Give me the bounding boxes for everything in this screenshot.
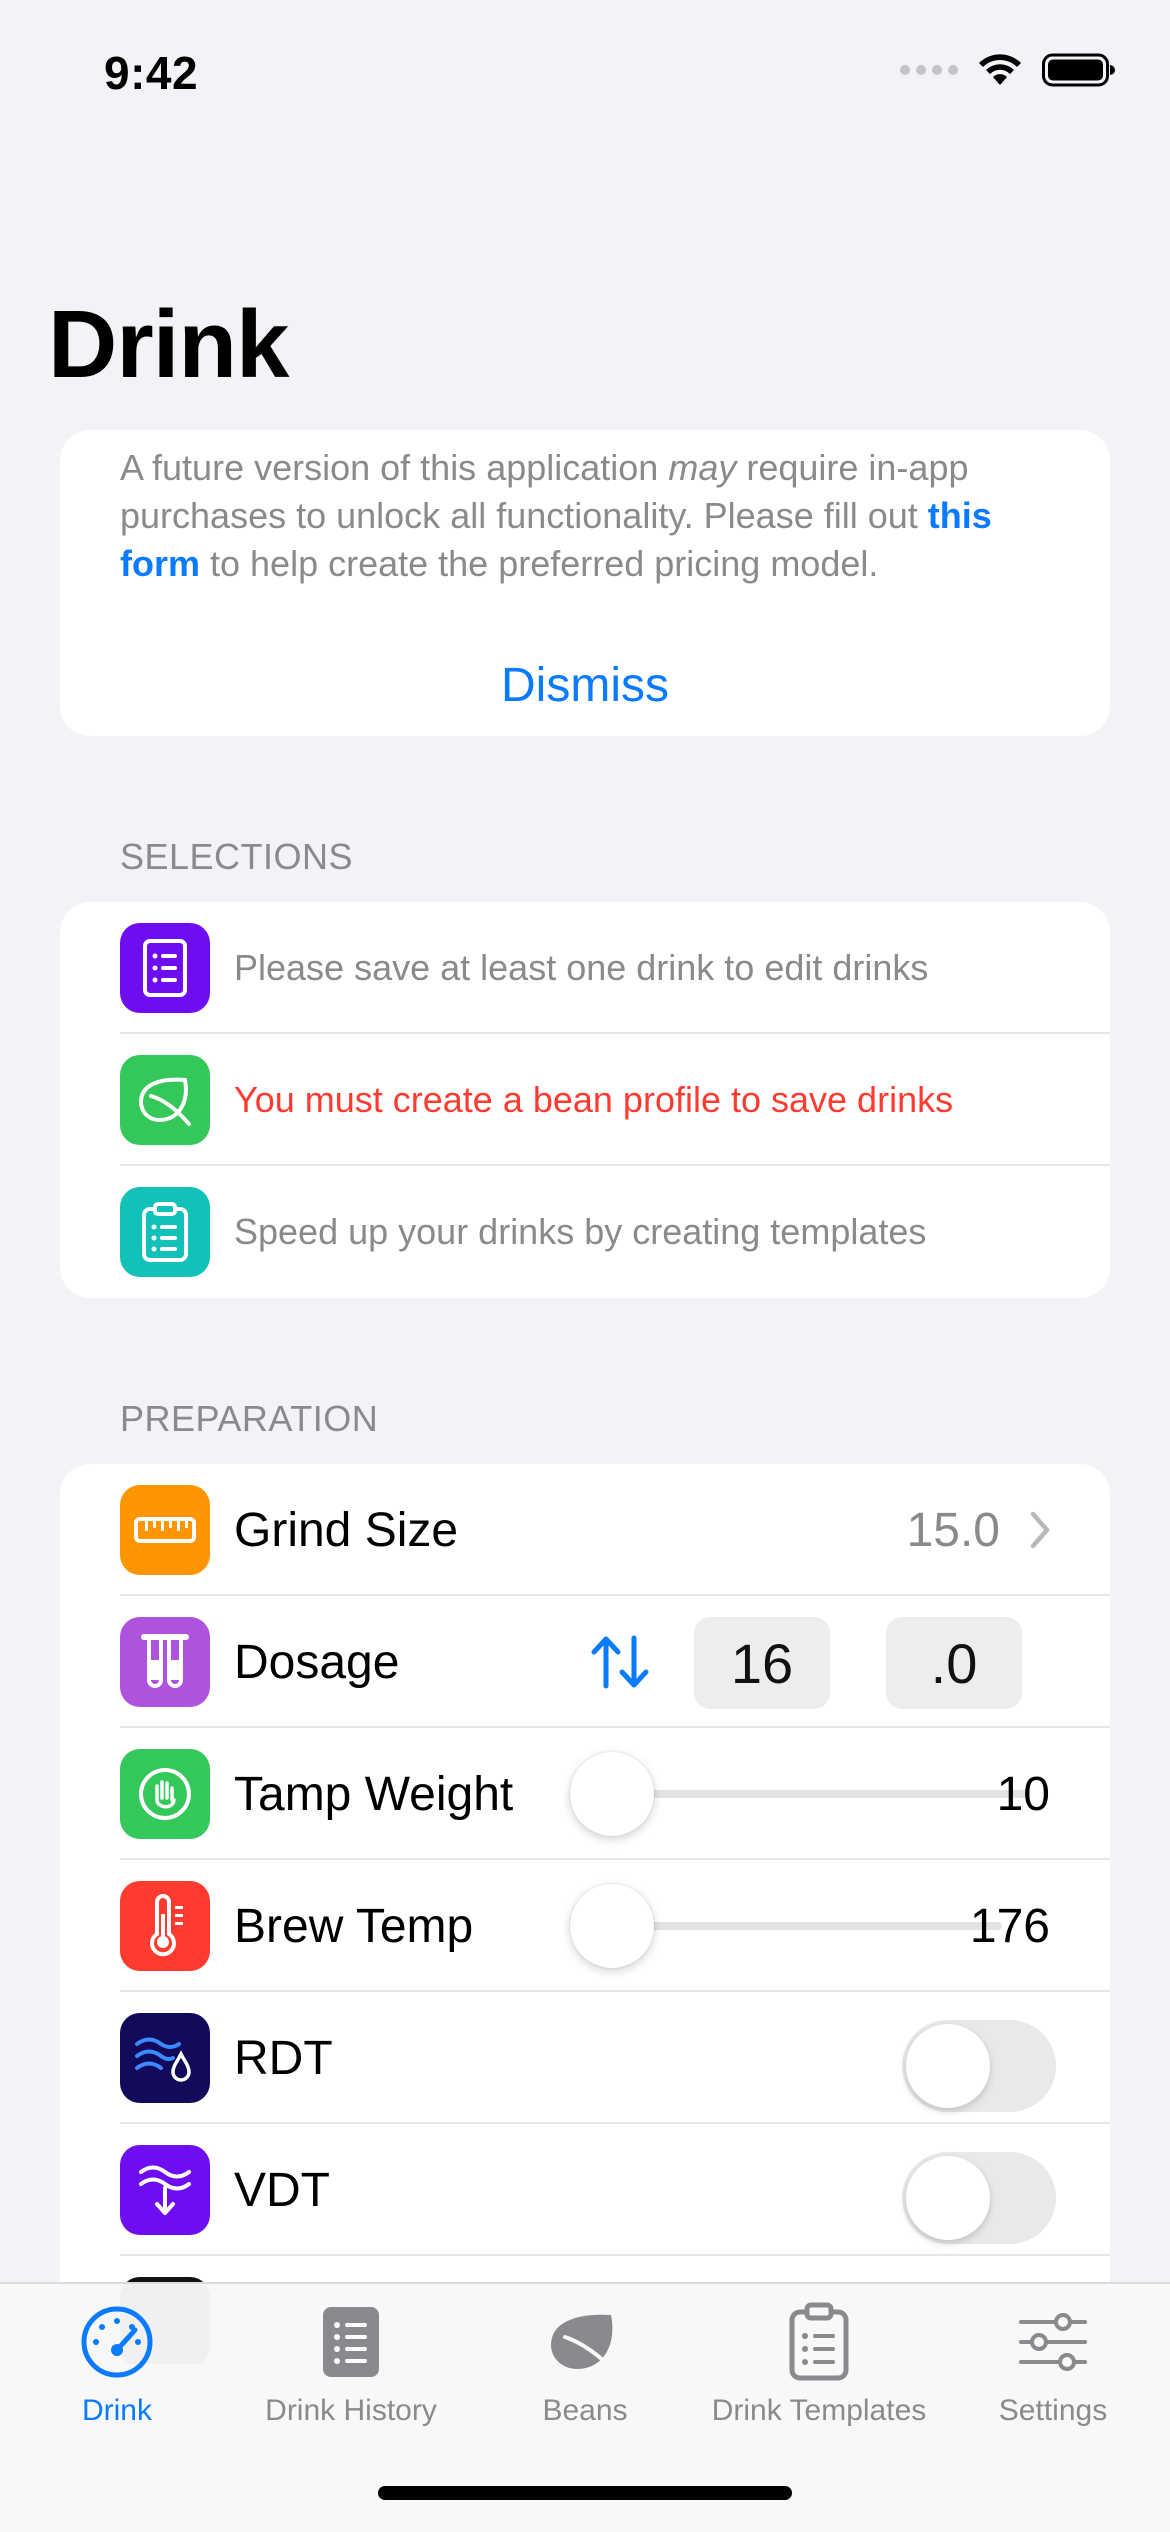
status-bar: 9:42 [0, 0, 1170, 150]
page-title: Drink [48, 291, 289, 398]
vdt-row: VDT [60, 2124, 1110, 2256]
brew-temp-slider-thumb[interactable] [570, 1884, 654, 1968]
tamp-weight-label: Tamp Weight [234, 1767, 514, 1821]
thermometer-icon [120, 1881, 210, 1971]
tamp-weight-slider-track[interactable] [612, 1790, 1028, 1798]
brew-temp-row: Brew Temp 176 [60, 1860, 1110, 1992]
grind-size-label: Grind Size [234, 1503, 459, 1557]
selection-row-edit-drinks[interactable]: Please save at least one drink to edit d… [60, 902, 1110, 1034]
rdt-label: RDT [234, 2031, 333, 2085]
home-indicator[interactable] [378, 2486, 792, 2500]
swap-arrows-icon[interactable] [586, 1632, 654, 1692]
tamp-weight-slider-thumb[interactable] [570, 1752, 654, 1836]
selection-row-templates[interactable]: Speed up your drinks by creating templat… [60, 1166, 1110, 1298]
tab-drink[interactable]: Drink [0, 2284, 234, 2454]
section-header-preparation: PREPARATION [120, 1398, 379, 1439]
preparation-card: Grind Size 15.0 Dosage 16 .0 Tamp Weight… [60, 1464, 1110, 2364]
tab-label: Drink Templates [711, 2394, 927, 2427]
cellular-signal-icon [900, 65, 958, 75]
grind-size-value: 15.0 [906, 1503, 1000, 1557]
leaf-icon [545, 2302, 625, 2382]
vdt-toggle-knob [906, 2156, 990, 2240]
dosage-label: Dosage [234, 1635, 400, 1689]
status-icons [900, 52, 1116, 88]
selection-warning-label: You must create a bean profile to save d… [234, 1079, 954, 1120]
list-icon [321, 2302, 381, 2382]
tamp-weight-row: Tamp Weight 10 [60, 1728, 1110, 1860]
tab-beans[interactable]: Beans [468, 2284, 702, 2454]
pricing-notice-text: A future version of this application may… [120, 447, 992, 584]
ruler-icon [120, 1485, 210, 1575]
dosage-row: Dosage 16 .0 [60, 1596, 1110, 1728]
dosage-fraction-field[interactable]: .0 [886, 1617, 1022, 1709]
pricing-notice-card: A future version of this application may… [60, 430, 1110, 736]
selections-card: Please save at least one drink to edit d… [60, 902, 1110, 1298]
tab-label: Beans [542, 2394, 628, 2427]
leaf-icon [120, 1055, 210, 1145]
grind-size-row[interactable]: Grind Size 15.0 [60, 1464, 1110, 1596]
wifi-icon [979, 54, 1021, 85]
clipboard-icon [120, 1187, 210, 1277]
water-drop-icon [120, 2013, 210, 2103]
selection-label: Speed up your drinks by creating templat… [234, 1211, 927, 1252]
emphasis-may: may [668, 447, 737, 488]
hand-icon [120, 1749, 210, 1839]
battery-icon [1042, 53, 1115, 87]
tab-drink-history[interactable]: Drink History [234, 2284, 468, 2454]
tab-label: Drink History [265, 2394, 437, 2427]
gauge-icon [79, 2302, 155, 2382]
brew-temp-slider-track[interactable] [612, 1922, 1002, 1930]
tab-label: Settings [998, 2394, 1108, 2427]
tab-label: Drink [81, 2394, 152, 2427]
sliders-icon [1017, 2302, 1089, 2382]
brew-temp-label: Brew Temp [234, 1899, 474, 1953]
vdt-label: VDT [234, 2163, 330, 2217]
status-time: 9:42 [104, 47, 199, 99]
tab-settings[interactable]: Settings [936, 2284, 1170, 2454]
rdt-toggle-knob [906, 2024, 990, 2108]
tamp-weight-value: 10 [996, 1767, 1050, 1821]
selection-label: Please save at least one drink to edit d… [234, 947, 929, 988]
tab-drink-templates[interactable]: Drink Templates [702, 2284, 936, 2454]
wdt-icon [120, 2145, 210, 2235]
test-tubes-icon [120, 1617, 210, 1707]
dosage-whole-field[interactable]: 16 [694, 1617, 830, 1709]
rdt-row: RDT [60, 1992, 1110, 2124]
clipboard-icon [788, 2302, 850, 2382]
dismiss-button[interactable]: Dismiss [60, 658, 1110, 713]
section-header-selections: SELECTIONS [120, 836, 354, 877]
selection-row-bean-profile[interactable]: You must create a bean profile to save d… [60, 1034, 1110, 1166]
vdt-toggle[interactable] [902, 2152, 1056, 2244]
chevron-right-icon [1030, 1511, 1050, 1549]
list-icon [120, 923, 210, 1013]
rdt-toggle[interactable] [902, 2020, 1056, 2112]
brew-temp-value: 176 [969, 1899, 1050, 1953]
